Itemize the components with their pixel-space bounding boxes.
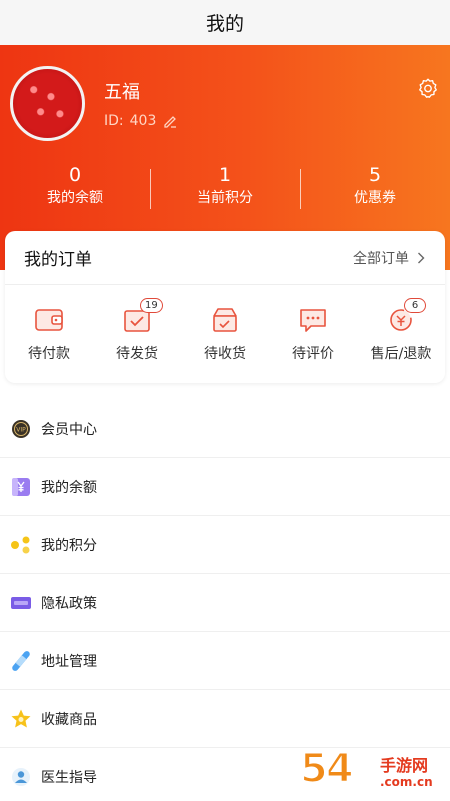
menu-item-label: 收藏商品 (41, 711, 97, 728)
site-watermark: 54 手游网 .com.cn (299, 745, 450, 801)
all-orders-label: 全部订单 (353, 250, 409, 267)
yuan-card-icon (10, 476, 32, 498)
user-id-prefix: ID: (104, 113, 124, 129)
stat-balance-value: 0 (68, 164, 82, 186)
menu-item-balance[interactable]: 我的余额 (0, 458, 450, 516)
stat-points[interactable]: 1 当前积分 (150, 163, 300, 213)
wallet-icon (35, 309, 63, 331)
stat-coupons-label: 优惠券 (354, 190, 396, 206)
menu-item-privacy-policy[interactable]: 隐私政策 (0, 574, 450, 632)
shipment-count-badge: 19 (140, 298, 163, 313)
stat-balance-label: 我的余额 (47, 190, 103, 206)
order-after-sales-label: 售后/退款 (370, 346, 432, 362)
package-icon (213, 308, 237, 332)
edit-pencil-icon[interactable] (162, 113, 178, 129)
stat-coupons[interactable]: 5 优惠券 (300, 163, 450, 213)
order-pending-review[interactable]: 待评价 (269, 305, 357, 383)
page-title: 我的 (205, 13, 244, 35)
menu-item-label: 会员中心 (41, 421, 97, 438)
menu-item-label: 医生指导 (41, 770, 97, 786)
stats-row: 0 我的余额 1 当前积分 5 优惠券 (0, 163, 450, 213)
user-id-value: 403 (129, 113, 157, 129)
stat-balance[interactable]: 0 我的余额 (0, 163, 150, 213)
order-pending-receipt-label: 待收货 (204, 346, 246, 362)
order-pending-shipment-label: 待发货 (116, 346, 158, 362)
watermark-url: .com.cn (380, 775, 433, 789)
menu-item-label: 我的积分 (41, 537, 97, 554)
order-pending-payment-label: 待付款 (28, 346, 70, 362)
vip-badge-icon: VIP (10, 418, 32, 440)
all-orders-link[interactable]: 全部订单 (353, 248, 425, 268)
orders-header: 我的订单 全部订单 (5, 231, 445, 285)
menu-item-points[interactable]: 我的积分 (0, 516, 450, 574)
menu-item-address[interactable]: 地址管理 (0, 632, 450, 690)
stat-points-value: 1 (218, 164, 232, 186)
menu-item-label: 地址管理 (41, 653, 97, 670)
order-pending-review-label: 待评价 (292, 346, 334, 362)
address-pin-icon (10, 650, 32, 672)
refund-count-badge: 6 (404, 298, 426, 313)
user-id: ID: 403 (104, 113, 178, 129)
menu-item-label: 我的余额 (41, 479, 97, 496)
doctor-icon (10, 766, 32, 788)
menu-item-favorites[interactable]: 收藏商品 (0, 690, 450, 748)
policy-icon (10, 592, 32, 614)
top-bar: 我的 (0, 0, 450, 45)
watermark-site-name: 手游网 (380, 756, 429, 775)
orders-card: 我的订单 全部订单 待付款 19 待发货 待收货 待评价 6 售后/退款 (5, 231, 445, 383)
orders-title: 我的订单 (24, 250, 92, 270)
menu-item-vip-center[interactable]: VIP 会员中心 (0, 400, 450, 458)
order-pending-receipt[interactable]: 待收货 (181, 305, 269, 383)
settings-gear-icon[interactable] (417, 77, 439, 99)
svg-text:VIP: VIP (16, 426, 26, 433)
points-icon (10, 534, 32, 556)
order-pending-payment[interactable]: 待付款 (5, 305, 93, 383)
watermark-number: 54 (299, 745, 355, 793)
chat-bubble-icon (300, 309, 326, 332)
stat-points-label: 当前积分 (197, 190, 253, 206)
order-status-row: 待付款 19 待发货 待收货 待评价 6 售后/退款 (5, 285, 445, 383)
order-pending-shipment[interactable]: 19 待发货 (93, 298, 181, 383)
menu-list: VIP 会员中心 我的余额 我的积分 隐私政策 地址管理 收藏商品 医生指导 (0, 400, 450, 801)
stat-coupons-value: 5 (368, 164, 382, 186)
chevron-right-icon (418, 252, 425, 263)
order-after-sales[interactable]: 6 售后/退款 (357, 298, 445, 383)
star-icon (10, 708, 32, 730)
avatar[interactable] (10, 66, 85, 141)
user-name: 五福 (104, 82, 140, 103)
menu-item-label: 隐私政策 (41, 595, 97, 612)
